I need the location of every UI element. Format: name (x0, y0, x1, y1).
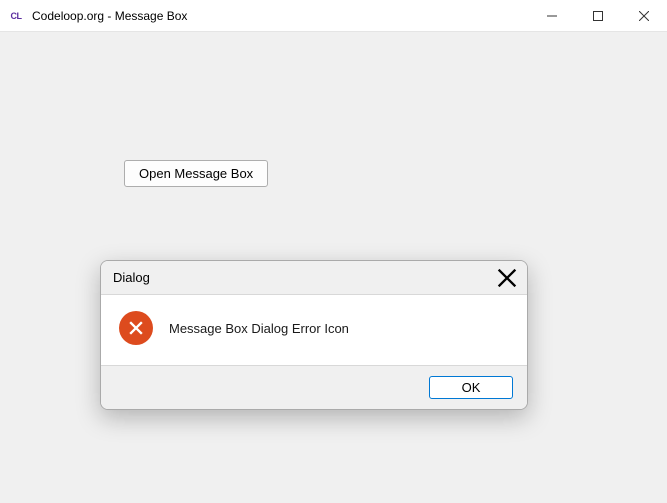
window-controls (529, 0, 667, 31)
close-icon (497, 268, 517, 288)
dialog-titlebar[interactable]: Dialog (101, 261, 527, 295)
dialog-close-button[interactable] (497, 268, 517, 288)
window-titlebar: CL Codeloop.org - Message Box (0, 0, 667, 32)
window-title: Codeloop.org - Message Box (32, 9, 187, 23)
dialog-body: Message Box Dialog Error Icon (101, 295, 527, 365)
maximize-button[interactable] (575, 0, 621, 31)
dialog-title: Dialog (113, 270, 150, 285)
client-area: Open Message Box Dialog Message Box Dial… (0, 32, 667, 503)
minimize-button[interactable] (529, 0, 575, 31)
app-icon: CL (8, 8, 24, 24)
close-icon (639, 11, 649, 21)
maximize-icon (593, 11, 603, 21)
message-box-dialog: Dialog Message Box Dialog Error Icon OK (100, 260, 528, 410)
error-icon (119, 311, 153, 345)
minimize-icon (547, 11, 557, 21)
open-message-box-button[interactable]: Open Message Box (124, 160, 268, 187)
close-window-button[interactable] (621, 0, 667, 31)
ok-button[interactable]: OK (429, 376, 513, 399)
titlebar-left: CL Codeloop.org - Message Box (8, 8, 187, 24)
dialog-message: Message Box Dialog Error Icon (169, 321, 349, 336)
dialog-footer: OK (101, 365, 527, 409)
